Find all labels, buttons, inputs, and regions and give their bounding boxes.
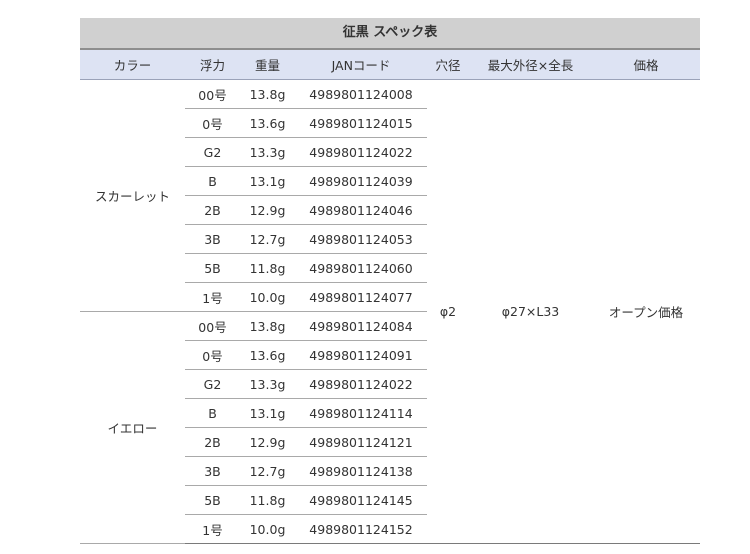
weight-cell: 13.6g [240,340,295,370]
color-name: イエロー [80,311,185,544]
weight-cell: 13.8g [240,311,295,341]
buoyancy-cell: 00号 [185,79,240,109]
header-color: カラー [80,50,185,80]
buoyancy-cell: 0号 [185,108,240,138]
jan-code-cell: 4989801124060 [295,253,427,283]
header-hole: 穴径 [427,50,469,80]
weight-cell: 12.9g [240,195,295,225]
buoyancy-cell: G2 [185,369,240,399]
buoyancy-cell: 00号 [185,311,240,341]
buoyancy-cell: 3B [185,224,240,254]
weight-cell: 13.6g [240,108,295,138]
jan-code-cell: 4989801124046 [295,195,427,225]
buoyancy-cell: 0号 [185,340,240,370]
hole-diameter: φ2 [427,79,469,544]
header-weight: 重量 [240,50,295,80]
table-title: 征黒 スペック表 [80,18,700,50]
weight-cell: 12.7g [240,224,295,254]
color-name: スカーレット [80,79,185,312]
buoyancy-cell: 5B [185,253,240,283]
table-body: スカーレット 00号 13.8g 4989801124008 φ2 φ27×L33 オープン… [80,79,700,544]
weight-cell: 12.9g [240,427,295,457]
jan-code-cell: 4989801124152 [295,514,427,544]
buoyancy-cell: 1号 [185,514,240,544]
jan-code-cell: 4989801124022 [295,369,427,399]
jan-code-cell: 4989801124091 [295,340,427,370]
weight-cell: 13.1g [240,166,295,196]
jan-code-cell: 4989801124053 [295,224,427,254]
header-jan: JANコード [295,50,427,80]
weight-cell: 11.8g [240,485,295,515]
header-size: 最大外径×全長 [469,50,592,80]
jan-code-cell: 4989801124022 [295,137,427,167]
jan-code-cell: 4989801124077 [295,282,427,312]
weight-cell: 13.8g [240,79,295,109]
buoyancy-cell: B [185,398,240,428]
weight-cell: 13.3g [240,137,295,167]
jan-code-cell: 4989801124121 [295,427,427,457]
buoyancy-cell: B [185,166,240,196]
jan-code-cell: 4989801124138 [295,456,427,486]
spec-table: カラー 浮力 重量 JANコード 穴径 最大外径×全長 価格 スカーレット 00号… [80,50,700,544]
weight-cell: 13.3g [240,369,295,399]
header-buoyancy: 浮力 [185,50,240,80]
jan-code-cell: 4989801124084 [295,311,427,341]
weight-cell: 10.0g [240,282,295,312]
weight-cell: 10.0g [240,514,295,544]
weight-cell: 11.8g [240,253,295,283]
jan-code-cell: 4989801124008 [295,79,427,109]
weight-cell: 12.7g [240,456,295,486]
buoyancy-cell: 1号 [185,282,240,312]
buoyancy-cell: G2 [185,137,240,167]
table-header-row: カラー 浮力 重量 JANコード 穴径 最大外径×全長 価格 [80,50,700,80]
buoyancy-cell: 2B [185,427,240,457]
table-row: スカーレット 00号 13.8g 4989801124008 φ2 φ27×L33 オープン… [80,79,700,544]
weight-cell: 13.1g [240,398,295,428]
buoyancy-cell: 5B [185,485,240,515]
price: オープン価格 [592,79,700,544]
jan-code-cell: 4989801124114 [295,398,427,428]
max-size: φ27×L33 [469,79,592,544]
jan-code-cell: 4989801124145 [295,485,427,515]
buoyancy-cell: 3B [185,456,240,486]
header-price: 価格 [592,50,700,80]
buoyancy-cell: 2B [185,195,240,225]
jan-code-cell: 4989801124039 [295,166,427,196]
spec-table-container: 征黒 スペック表 カラー 浮力 重量 JANコード 穴径 最大外径×全長 価格 … [80,18,700,544]
jan-code-cell: 4989801124015 [295,108,427,138]
